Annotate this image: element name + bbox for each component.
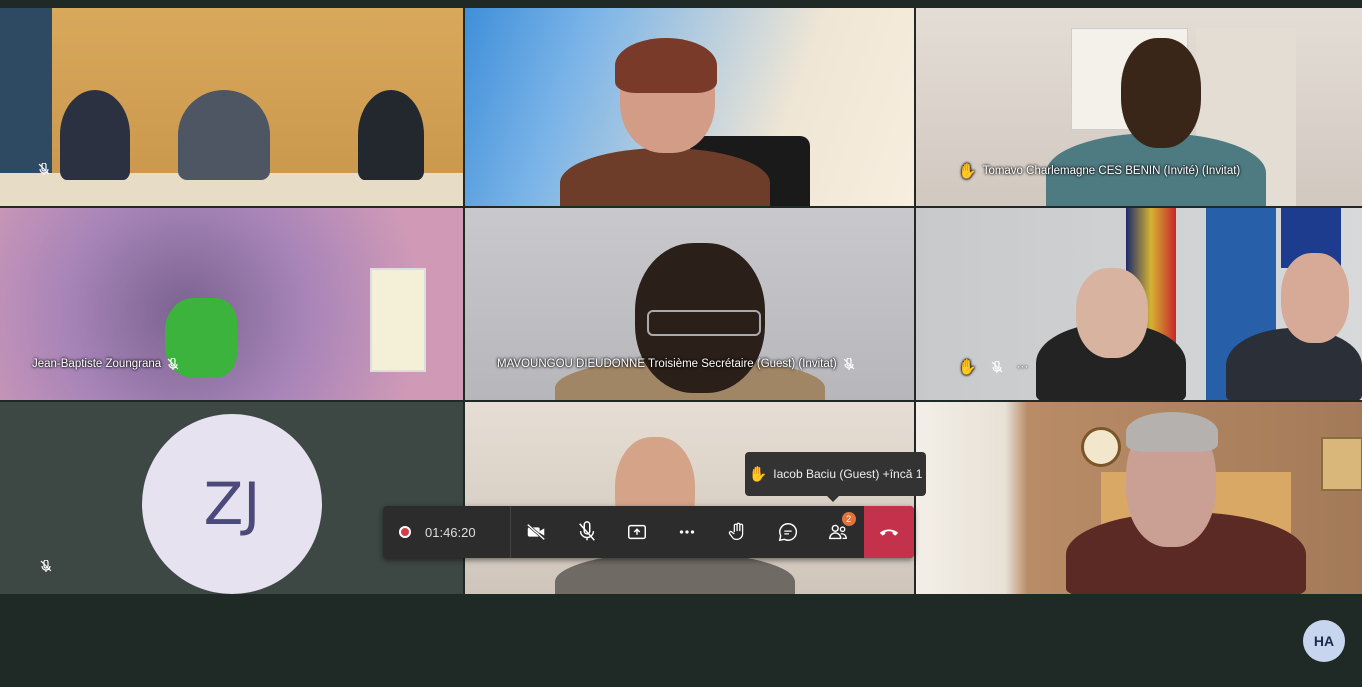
video-tile-zj[interactable]: ZJ — [0, 402, 463, 594]
avatar: ZJ — [142, 414, 322, 594]
raised-hand-icon: ✋ — [748, 466, 768, 483]
video-tile-participant-2[interactable] — [465, 8, 914, 206]
mic-off-icon — [40, 559, 52, 572]
participants-button[interactable]: 2 — [813, 506, 863, 558]
participant-hair — [615, 38, 717, 93]
mic-off-icon — [38, 162, 50, 175]
raised-hands-tooltip: ✋ Iacob Baciu (Guest) +încă 1 — [745, 452, 926, 502]
more-options-icon[interactable]: ··· — [1017, 361, 1029, 373]
tile-mic-status — [38, 162, 50, 175]
participant-figure — [555, 552, 795, 594]
self-avatar[interactable]: HA — [1303, 620, 1345, 662]
video-tile-zoungrana[interactable]: Jean-Baptiste Zoungrana — [0, 208, 463, 400]
participant-figure — [358, 90, 424, 180]
participants-badge: 2 — [841, 512, 856, 526]
glasses — [647, 310, 761, 336]
hangup-button[interactable] — [863, 506, 914, 558]
participant-face — [1076, 268, 1148, 358]
video-tile-participant-9[interactable] — [916, 402, 1362, 594]
video-tile-tomavo[interactable]: ✋ Tomavo Charlemagne CES BENIN (Invité) … — [916, 8, 1362, 206]
recording-indicator: 01:46:20 — [383, 506, 511, 558]
hangup-icon — [879, 529, 898, 536]
participant-figure — [1226, 328, 1362, 400]
video-tile-room[interactable] — [0, 8, 463, 206]
recording-dot-icon — [399, 526, 411, 538]
more-icon — [680, 530, 695, 534]
call-toolbar: 01:46:20 2 — [383, 506, 914, 558]
participant-name: Jean-Baptiste Zoungrana — [32, 358, 162, 370]
share-button[interactable] — [612, 506, 662, 558]
raised-hand-icon: ✋ — [958, 163, 977, 180]
video-tile-participant-8[interactable] — [465, 402, 914, 594]
tile-status-row: ✋ ··· — [958, 358, 1028, 376]
call-timer: 01:46:20 — [425, 524, 476, 540]
window — [370, 268, 426, 372]
participant-figure — [178, 90, 270, 180]
participant-hair — [1126, 412, 1218, 452]
chat-icon — [778, 523, 798, 542]
raised-hand-icon: ✋ — [958, 359, 977, 376]
more-actions-button[interactable] — [662, 506, 712, 558]
video-tile-participant-6[interactable]: ✋ ··· — [916, 208, 1362, 400]
participant-figure — [60, 90, 130, 180]
camera-toggle-button[interactable] — [511, 506, 561, 558]
tile-mic-status — [40, 559, 52, 572]
wall-clock — [1081, 427, 1121, 467]
picture-frame — [1321, 437, 1362, 491]
chat-button[interactable] — [763, 506, 813, 558]
tile-name-label: MAVOUNGOU DIEUDONNE Troisième Secrétaire… — [497, 357, 855, 370]
participant-name: Tomavo Charlemagne CES BENIN (Invité) (I… — [982, 165, 1241, 177]
tile-name-label: ✋ Tomavo Charlemagne CES BENIN (Invité) … — [958, 162, 1240, 180]
participant-face — [1281, 253, 1349, 343]
tooltip-text: Iacob Baciu (Guest) +încă 1 — [773, 467, 923, 481]
raise-hand-icon — [728, 522, 743, 540]
mic-off-icon — [578, 521, 595, 541]
raise-hand-button[interactable] — [712, 506, 762, 558]
participant-name: MAVOUNGOU DIEUDONNE Troisième Secrétaire… — [497, 358, 837, 370]
camera-off-icon — [526, 523, 546, 541]
participant-face — [1121, 38, 1201, 148]
mic-off-icon — [991, 360, 1003, 373]
tile-name-label: Jean-Baptiste Zoungrana — [32, 357, 179, 370]
video-tile-mavoungou[interactable]: MAVOUNGOU DIEUDONNE Troisième Secrétaire… — [465, 208, 914, 400]
mic-off-icon — [167, 357, 179, 370]
mic-toggle-button[interactable] — [561, 506, 611, 558]
mic-off-icon — [843, 357, 855, 370]
share-icon — [627, 524, 646, 540]
